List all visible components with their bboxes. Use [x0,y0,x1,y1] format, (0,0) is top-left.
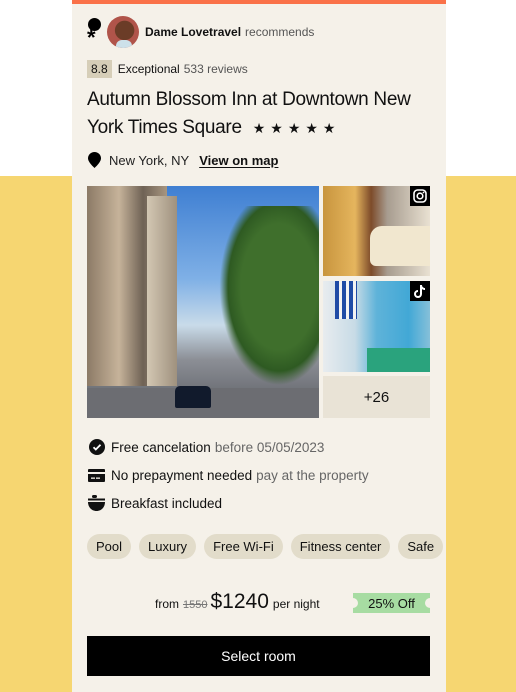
main-photo[interactable] [87,186,319,418]
amenity-chips: Pool Luxury Free Wi-Fi Fitness center Sa… [87,534,446,559]
feature-title: Free cancelation [111,439,211,455]
amenity-chip[interactable]: Luxury [139,534,197,559]
check-circle-icon [88,439,105,456]
hotel-title: Autumn Blossom Inn at Downtown New York … [87,86,431,142]
feature-detail: before 05/05/2023 [214,439,325,455]
instagram-icon [410,186,430,206]
features-list: Free cancelation before 05/05/2023 No pr… [88,433,369,517]
brand-logo-icon: * [87,16,103,49]
recommender-name[interactable]: Dame Lovetravel [145,25,241,39]
star-rating: ★★★★★ [252,120,341,136]
amenity-chip[interactable]: Free Wi-Fi [204,534,283,559]
rating-label: Exceptional [117,62,180,76]
recommends-label: recommends [245,25,315,39]
feature-item: No prepayment needed pay at the property [88,461,369,489]
from-label: from [155,597,179,611]
breakfast-bowl-icon [88,495,105,512]
tiktok-icon [410,281,430,301]
rating-score: 8.8 [87,60,112,78]
location-pin-icon [88,152,101,168]
thumbnail-photo[interactable] [323,281,430,372]
view-on-map-link[interactable]: View on map [199,153,278,168]
current-price: $1240 [210,590,269,613]
amenity-chip[interactable]: Pool [87,534,132,559]
feature-title: Breakfast included [111,495,223,511]
hotel-name: Autumn Blossom Inn at Downtown New York … [87,89,411,138]
hotel-card: * Dame Lovetravel recommends 8.8 Excepti… [72,0,446,692]
avatar[interactable] [107,16,139,48]
price: from 1550 $1240 per night [155,590,320,614]
amenity-chip[interactable]: Fitness center [290,534,391,559]
location: New York, NY View on map [88,152,278,168]
review-count[interactable]: 533 reviews [184,62,248,76]
feature-item: Free cancelation before 05/05/2023 [88,433,369,461]
feature-title: No prepayment needed [111,467,253,483]
credit-card-icon [88,467,105,484]
recommendation: * Dame Lovetravel recommends [87,16,315,49]
select-room-button[interactable]: Select room [87,636,430,676]
original-price: 1550 [183,599,208,611]
accent-bar [72,0,446,4]
per-night-label: per night [272,597,320,611]
location-text: New York, NY [109,152,190,168]
thumbnail-photo[interactable] [323,186,430,276]
more-photos-button[interactable]: +26 [323,376,430,418]
amenity-chip[interactable]: Safe [398,534,444,559]
discount-badge: 25% Off [348,593,435,613]
feature-item: Breakfast included [88,489,369,517]
feature-detail: pay at the property [256,467,369,483]
rating: 8.8 Exceptional 533 reviews [87,60,248,78]
